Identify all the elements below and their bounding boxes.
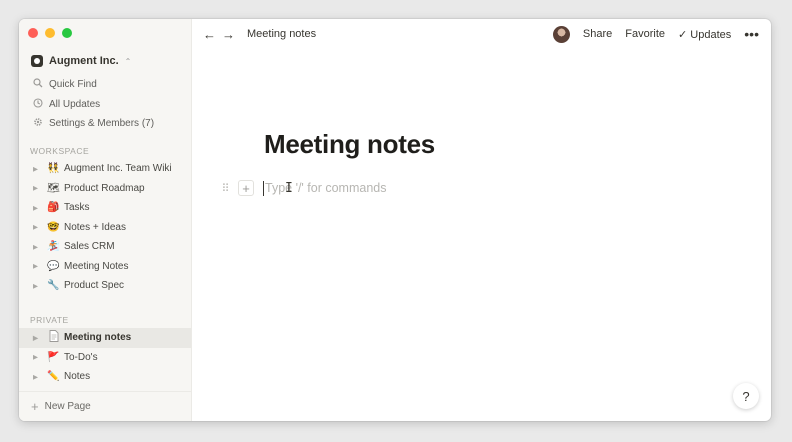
favorite-button[interactable]: Favorite [625, 28, 665, 40]
close-window-button[interactable] [28, 28, 38, 38]
plus-icon: + [31, 399, 39, 414]
editor-input[interactable]: Type '/' for commands I [263, 180, 387, 196]
sidebar-item-quick-find[interactable]: Quick Find [19, 75, 191, 95]
drag-handle-icon[interactable]: ⠿ [219, 182, 231, 195]
chevron-updown-icon: ⌃ [124, 56, 132, 66]
clock-icon [32, 98, 44, 111]
sidebar-item-label: Settings & Members (7) [49, 118, 155, 130]
expand-triangle-icon[interactable]: ▶ [33, 204, 42, 212]
forward-arrow-icon[interactable]: → [222, 27, 235, 42]
search-icon [32, 78, 44, 91]
expand-triangle-icon[interactable]: ▶ [33, 165, 42, 173]
page-label: Product Roadmap [64, 182, 145, 194]
sidebar-nav: Quick Find All Updates Settings & Member… [19, 75, 191, 134]
page-label: Meeting notes [64, 332, 132, 344]
updates-button[interactable]: ✓ Updates [678, 28, 731, 41]
workspace-name: Augment Inc. [49, 55, 119, 67]
check-icon: ✓ [678, 28, 688, 41]
workspace-logo-icon [31, 55, 43, 67]
sidebar-item-label: All Updates [49, 98, 101, 110]
new-page-button[interactable]: + New Page [19, 391, 191, 421]
topbar-actions: Share Favorite ✓ Updates ••• [552, 19, 759, 49]
red-flag-icon: 🚩 [47, 351, 60, 363]
page-label: Product Spec [64, 280, 125, 292]
sidebar: Augment Inc. ⌃ Quick Find All Updates Se… [19, 19, 192, 421]
expand-triangle-icon[interactable]: ▶ [33, 373, 42, 381]
page-emoji-icon: 🔧 [47, 280, 60, 292]
page-emoji-icon: 💬 [47, 260, 60, 272]
sidebar-page-product-spec[interactable]: ▶ 🔧 Product Spec [19, 276, 191, 296]
sidebar-item-all-updates[interactable]: All Updates [19, 95, 191, 115]
updates-label: Updates [690, 28, 732, 41]
sidebar-page-tasks[interactable]: ▶ 🎒 Tasks [19, 198, 191, 218]
workspace-pages: ▶ 👯 Augment Inc. Team Wiki ▶ 🗺 Product R… [19, 159, 191, 296]
page-emoji-icon: 🎒 [47, 202, 60, 214]
sidebar-page-notes[interactable]: ▶ ✏️ Notes [19, 367, 191, 387]
page-emoji-icon: 🏂 [47, 241, 60, 253]
sidebar-item-label: Quick Find [49, 79, 97, 91]
sidebar-page-meeting-notes-private[interactable]: ▶ Meeting notes [19, 328, 191, 348]
pencil-icon: ✏️ [47, 371, 60, 383]
expand-triangle-icon[interactable]: ▶ [33, 243, 42, 251]
page-label: Notes + Ideas [64, 221, 126, 233]
help-button[interactable]: ? [733, 383, 759, 409]
breadcrumb[interactable]: Meeting notes [247, 28, 316, 40]
sidebar-page-todos[interactable]: ▶ 🚩 To-Do's [19, 348, 191, 368]
new-page-label: New Page [44, 401, 91, 412]
expand-triangle-icon[interactable]: ▶ [33, 223, 42, 231]
page-label: Augment Inc. Team Wiki [64, 163, 172, 175]
expand-triangle-icon[interactable]: ▶ [33, 282, 42, 290]
page-emoji-icon: 🤓 [47, 221, 60, 233]
document-icon [47, 330, 60, 345]
private-section-label: PRIVATE [30, 315, 69, 325]
share-button[interactable]: Share [583, 28, 612, 40]
editor-block-row: ⠿ + Type '/' for commands I [219, 177, 386, 199]
page-emoji-icon: 👯 [47, 163, 60, 175]
page-label: Sales CRM [64, 241, 115, 253]
app-window: Augment Inc. ⌃ Quick Find All Updates Se… [19, 19, 771, 421]
maximize-window-button[interactable] [62, 28, 72, 38]
page-emoji-icon: 🗺 [47, 182, 60, 194]
page-label: Tasks [64, 202, 90, 214]
expand-triangle-icon[interactable]: ▶ [33, 184, 42, 192]
editor-placeholder: Type '/' for commands [265, 180, 387, 195]
sidebar-item-settings[interactable]: Settings & Members (7) [19, 114, 191, 134]
sidebar-page-notes-ideas[interactable]: ▶ 🤓 Notes + Ideas [19, 218, 191, 238]
workspace-section-label: WORKSPACE [30, 146, 90, 156]
text-cursor-icon: I [285, 180, 293, 196]
sidebar-page-team-wiki[interactable]: ▶ 👯 Augment Inc. Team Wiki [19, 159, 191, 179]
topbar: ← → Meeting notes Share Favorite ✓ Updat… [191, 19, 771, 49]
more-options-icon[interactable]: ••• [744, 26, 759, 42]
expand-triangle-icon[interactable]: ▶ [33, 334, 42, 342]
gear-icon [32, 117, 44, 130]
sidebar-page-product-roadmap[interactable]: ▶ 🗺 Product Roadmap [19, 179, 191, 199]
page-label: To-Do's [64, 351, 98, 363]
avatar[interactable] [552, 25, 570, 43]
add-block-button[interactable]: + [238, 180, 254, 196]
page-label: Meeting Notes [64, 260, 129, 272]
expand-triangle-icon[interactable]: ▶ [33, 262, 42, 270]
private-pages: ▶ Meeting notes ▶ 🚩 To-Do's ▶ ✏️ Notes [19, 328, 191, 387]
sidebar-page-sales-crm[interactable]: ▶ 🏂 Sales CRM [19, 237, 191, 257]
expand-triangle-icon[interactable]: ▶ [33, 353, 42, 361]
page-label: Notes [64, 371, 91, 383]
page-title[interactable]: Meeting notes [264, 129, 435, 160]
back-arrow-icon[interactable]: ← [203, 27, 216, 42]
minimize-window-button[interactable] [45, 28, 55, 38]
workspace-switcher[interactable]: Augment Inc. ⌃ [31, 55, 131, 67]
window-controls [28, 28, 72, 38]
sidebar-page-meeting-notes[interactable]: ▶ 💬 Meeting Notes [19, 257, 191, 277]
